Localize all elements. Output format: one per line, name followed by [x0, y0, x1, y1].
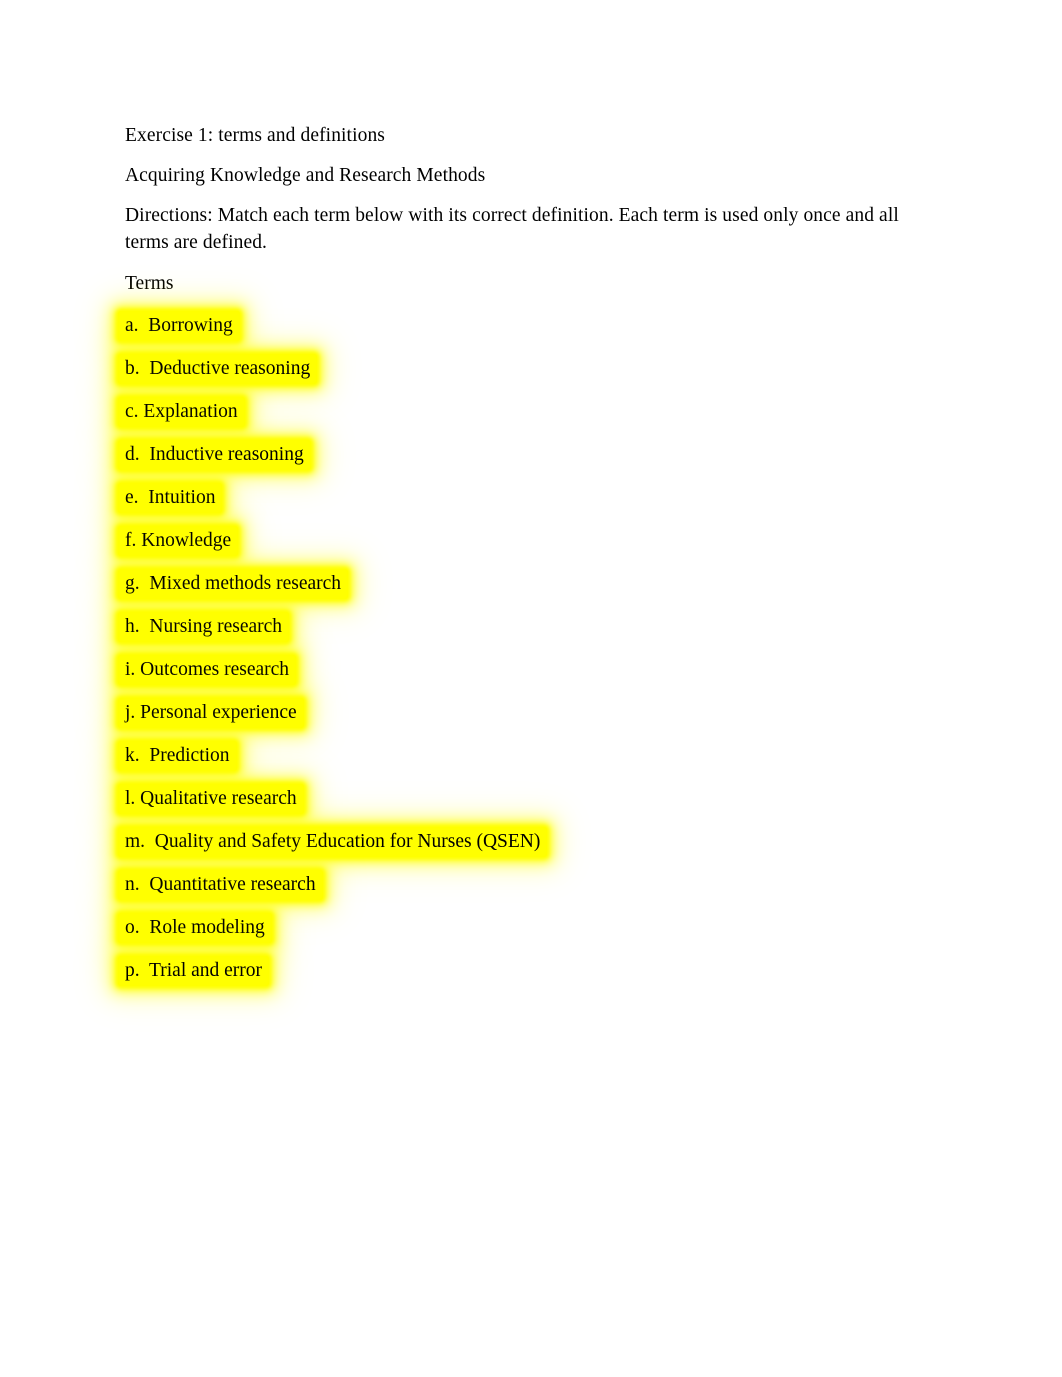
- term-highlighted-text: e. Intuition: [118, 483, 223, 513]
- term-list-item: f. Knowledge: [118, 526, 925, 556]
- document-body: Exercise 1: terms and definitions Acquir…: [118, 122, 925, 999]
- term-highlighted-text: a. Borrowing: [118, 311, 240, 341]
- term-list-item: m. Quality and Safety Education for Nurs…: [118, 827, 925, 857]
- term-highlighted-text: f. Knowledge: [118, 526, 239, 556]
- term-highlighted-text: l. Qualitative research: [118, 784, 304, 814]
- term-highlighted-text: c. Explanation: [118, 397, 245, 427]
- term-highlighted-text: m. Quality and Safety Education for Nurs…: [118, 827, 548, 857]
- term-highlighted-text: d. Inductive reasoning: [118, 440, 311, 470]
- term-highlighted-text: b. Deductive reasoning: [118, 354, 318, 384]
- term-highlighted-text: o. Role modeling: [118, 913, 272, 943]
- term-highlighted-text: k. Prediction: [118, 741, 237, 771]
- term-list-item: k. Prediction: [118, 741, 925, 771]
- term-highlighted-text: i. Outcomes research: [118, 655, 297, 685]
- term-list-item: n. Quantitative research: [118, 870, 925, 900]
- term-highlighted-text: p. Trial and error: [118, 956, 270, 986]
- term-list-item: p. Trial and error: [118, 956, 925, 986]
- terms-list: a. Borrowing b. Deductive reasoning c. Exp…: [118, 311, 925, 986]
- term-list-item: o. Role modeling: [118, 913, 925, 943]
- directions-paragraph: Directions: Match each term below with i…: [125, 205, 899, 253]
- exercise-subtitle: Acquiring Knowledge and Research Methods: [125, 165, 486, 186]
- document-page: Exercise 1: terms and definitions Acquir…: [0, 0, 1062, 1377]
- terms-heading: Terms: [125, 273, 174, 294]
- term-list-item: i. Outcomes research: [118, 655, 925, 685]
- term-list-item: h. Nursing research: [118, 612, 925, 642]
- term-list-item: l. Qualitative research: [118, 784, 925, 814]
- term-highlighted-text: g. Mixed methods research: [118, 569, 349, 599]
- term-highlighted-text: n. Quantitative research: [118, 870, 323, 900]
- term-list-item: g. Mixed methods research: [118, 569, 925, 599]
- exercise-title: Exercise 1: terms and definitions: [125, 125, 385, 146]
- term-list-item: a. Borrowing: [118, 311, 925, 341]
- term-list-item: e. Intuition: [118, 483, 925, 513]
- term-list-item: d. Inductive reasoning: [118, 440, 925, 470]
- term-highlighted-text: h. Nursing research: [118, 612, 290, 642]
- term-list-item: j. Personal experience: [118, 698, 925, 728]
- term-list-item: c. Explanation: [118, 397, 925, 427]
- term-highlighted-text: j. Personal experience: [118, 698, 304, 728]
- term-list-item: b. Deductive reasoning: [118, 354, 925, 384]
